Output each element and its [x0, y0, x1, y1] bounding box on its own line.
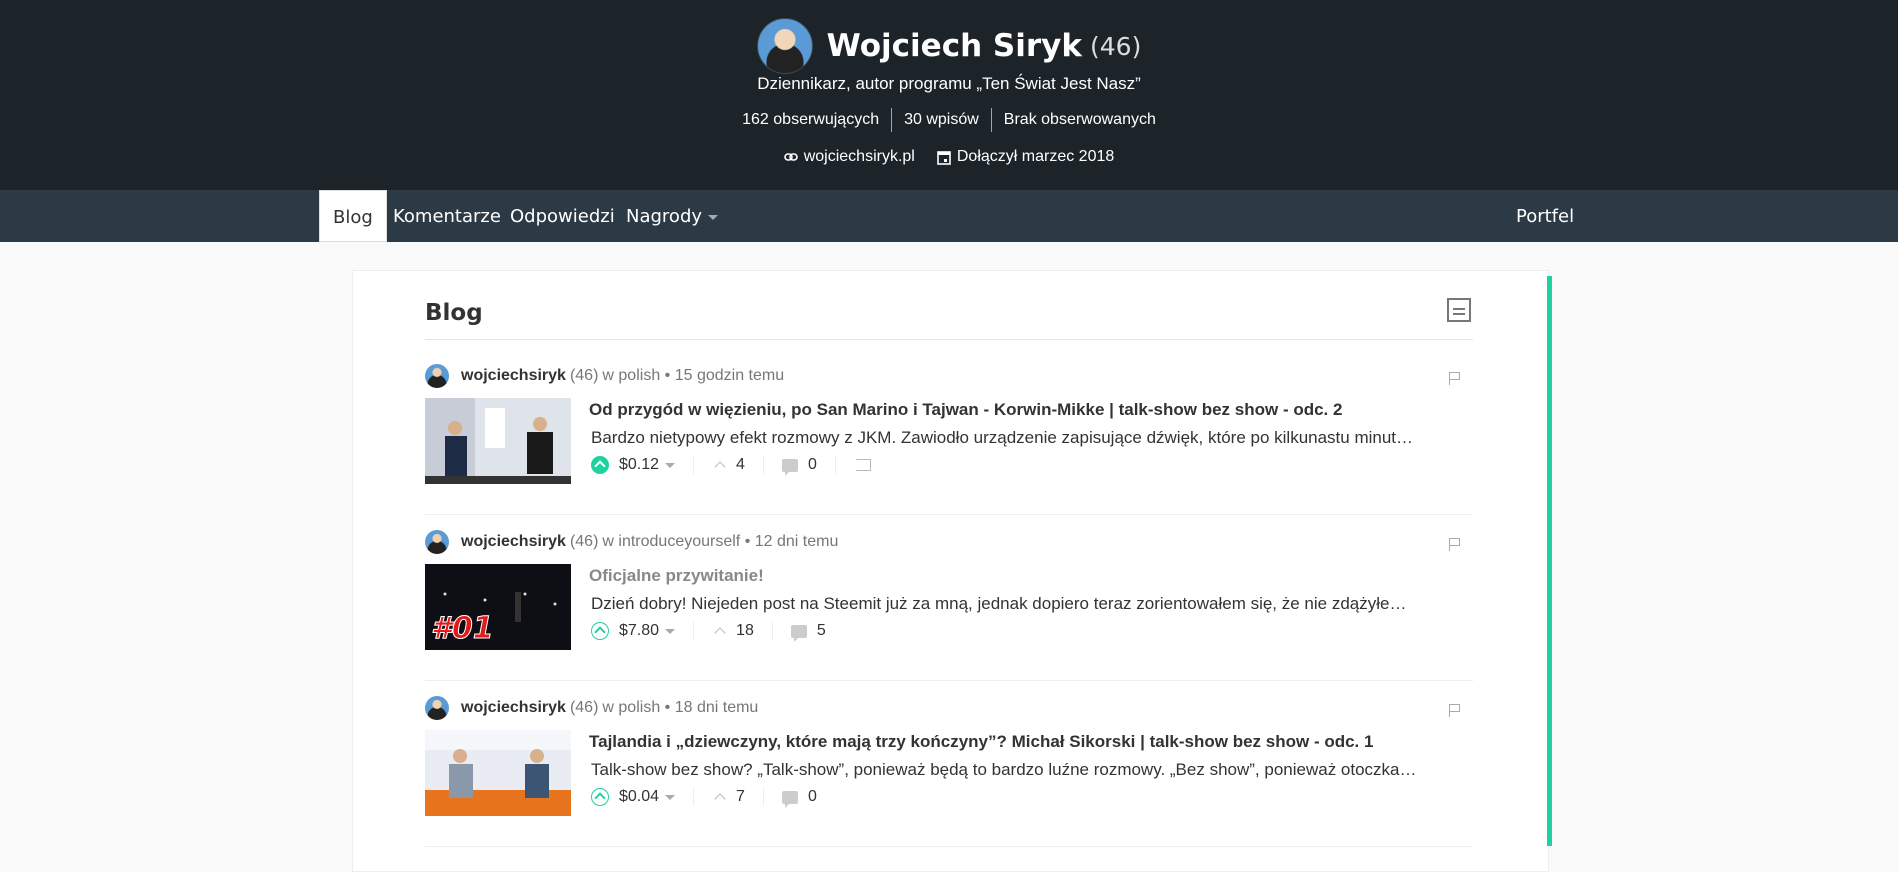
divider: [771, 622, 773, 640]
post-footer: $7.80 18 5: [591, 622, 826, 642]
post-category[interactable]: w polish: [602, 699, 660, 717]
author-name[interactable]: wojciechsiryk: [461, 533, 566, 551]
post-thumbnail[interactable]: [425, 398, 571, 484]
upvote-icon[interactable]: [591, 456, 609, 474]
divider: [762, 456, 764, 474]
post-time[interactable]: • 12 dni temu: [745, 533, 839, 551]
comment-icon[interactable]: [781, 458, 798, 476]
avatar[interactable]: [425, 696, 449, 720]
post-title[interactable]: Oficjalne przywitanie!: [589, 566, 764, 586]
votes-icon: [714, 793, 726, 805]
profile-meta: wojciechsiryk.pl Dołączył marzec 2018: [0, 148, 1898, 166]
divider: [693, 622, 695, 640]
post-item[interactable]: wojciechsiryk (46) w introduceyourself •…: [425, 530, 1473, 681]
votes-icon: [714, 627, 726, 639]
joined-text: Dołączył marzec 2018: [956, 148, 1115, 165]
post-thumbnail[interactable]: #01: [425, 564, 571, 650]
post-excerpt[interactable]: Dzień dobry! Niejeden post na Steemit ju…: [591, 594, 1471, 614]
comment-icon[interactable]: [781, 790, 798, 808]
post-time[interactable]: • 15 godzin temu: [665, 367, 784, 385]
author-name[interactable]: wojciechsiryk: [461, 699, 566, 717]
comment-count[interactable]: 0: [808, 788, 817, 806]
chevron-down-icon[interactable]: [665, 628, 676, 634]
author-reputation: (46): [569, 533, 599, 550]
divider: [693, 456, 695, 474]
chevron-down-icon[interactable]: [665, 462, 676, 468]
payout[interactable]: $7.80: [591, 622, 676, 640]
post-excerpt[interactable]: Talk-show bez show? „Talk-show”, poniewa…: [591, 760, 1471, 780]
post-header: wojciechsiryk (46) w polish • 18 dni tem…: [425, 696, 758, 720]
profile-bio: Dziennikarz, autor programu „Ten Świat J…: [757, 74, 1141, 93]
avatar[interactable]: [425, 364, 449, 388]
profile-stats: 162 obserwujących 30 wpisów Brak obserwo…: [0, 108, 1898, 132]
post-header: wojciechsiryk (46) w introduceyourself •…: [425, 530, 838, 554]
page-title: Blog: [425, 300, 483, 326]
profile-header: Wojciech Siryk (46) Dziennikarz, autor p…: [0, 0, 1898, 190]
votes-icon: [714, 461, 726, 473]
tab-replies[interactable]: Odpowiedzi: [510, 190, 615, 242]
tab-rewards[interactable]: Nagrody: [626, 190, 719, 242]
author-reputation: (46): [569, 699, 599, 716]
comment-count[interactable]: 0: [808, 456, 817, 474]
vote-count[interactable]: 18: [736, 622, 754, 640]
payout[interactable]: $0.12: [591, 456, 676, 474]
profile-reputation: (46): [1090, 31, 1142, 61]
tab-blog[interactable]: Blog: [319, 190, 387, 242]
post-thumbnail[interactable]: [425, 730, 571, 816]
tab-wallet[interactable]: Portfel: [1516, 190, 1574, 242]
flag-icon[interactable]: [1449, 372, 1461, 385]
divider: [425, 339, 1473, 340]
link-icon: [783, 153, 798, 161]
tab-rewards-label: Nagrody: [626, 206, 703, 227]
payout-value[interactable]: $0.04: [619, 788, 659, 806]
repost-icon[interactable]: [855, 459, 871, 471]
profile-nav: Blog Komentarze Odpowiedzi Nagrody Portf…: [0, 190, 1898, 242]
divider: [762, 788, 764, 806]
flag-icon[interactable]: [1449, 538, 1461, 551]
post-category[interactable]: w introduceyourself: [602, 533, 740, 551]
profile-name: Wojciech Siryk: [826, 28, 1082, 64]
chevron-down-icon: [708, 214, 719, 220]
vote-count[interactable]: 4: [736, 456, 745, 474]
website-text[interactable]: wojciechsiryk.pl: [804, 148, 915, 166]
vote-count[interactable]: 7: [736, 788, 745, 806]
following-count[interactable]: Brak obserwowanych: [990, 108, 1168, 132]
author-reputation: (46): [569, 367, 599, 384]
upvote-icon[interactable]: [591, 788, 609, 806]
joined-date: Dołączył marzec 2018: [937, 148, 1114, 166]
avatar[interactable]: [425, 530, 449, 554]
post-item[interactable]: wojciechsiryk (46) w polish • 15 godzin …: [425, 364, 1473, 515]
comments-icon[interactable]: [790, 624, 807, 642]
posts-count: 30 wpisów: [891, 108, 991, 132]
payout-value[interactable]: $0.12: [619, 456, 659, 474]
website-link[interactable]: wojciechsiryk.pl: [783, 148, 915, 166]
post-category[interactable]: w polish: [602, 367, 660, 385]
payout[interactable]: $0.04: [591, 788, 676, 806]
flag-icon[interactable]: [1449, 704, 1461, 717]
post-header: wojciechsiryk (46) w polish • 15 godzin …: [425, 364, 784, 388]
layout-toggle-icon[interactable]: [1447, 298, 1471, 322]
post-title[interactable]: Tajlandia i „dziewczyny, które mają trzy…: [589, 732, 1373, 752]
profile-name-row: Wojciech Siryk (46): [0, 18, 1898, 74]
post-item[interactable]: wojciechsiryk (46) w polish • 18 dni tem…: [425, 696, 1473, 847]
upvote-icon[interactable]: [591, 622, 609, 640]
calendar-icon: [937, 150, 951, 165]
thumbnail-text: #01: [431, 611, 494, 646]
post-footer: $0.12 4 0: [591, 456, 871, 476]
chevron-down-icon[interactable]: [665, 794, 676, 800]
comment-count[interactable]: 5: [817, 622, 826, 640]
post-time[interactable]: • 18 dni temu: [665, 699, 759, 717]
followers-count[interactable]: 162 obserwujących: [730, 108, 891, 132]
tab-comments[interactable]: Komentarze: [393, 190, 501, 242]
post-title[interactable]: Od przygód w więzieniu, po San Marino i …: [589, 400, 1342, 420]
post-footer: $0.04 7 0: [591, 788, 817, 808]
divider: [693, 788, 695, 806]
profile-avatar[interactable]: [756, 18, 813, 74]
divider: [834, 456, 836, 474]
author-name[interactable]: wojciechsiryk: [461, 367, 566, 385]
post-excerpt[interactable]: Bardzo nietypowy efekt rozmowy z JKM. Za…: [591, 428, 1471, 448]
scroll-indicator[interactable]: [1547, 276, 1552, 846]
payout-value[interactable]: $7.80: [619, 622, 659, 640]
